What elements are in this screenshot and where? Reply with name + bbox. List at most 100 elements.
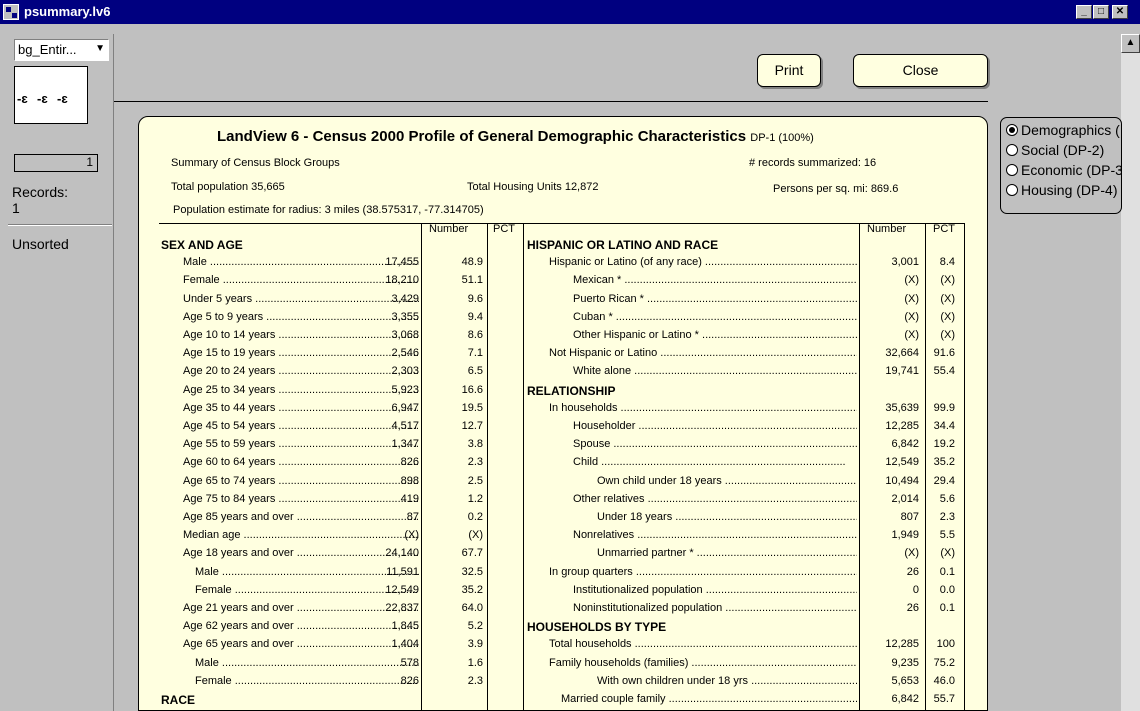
vertical-scrollbar[interactable]: ▲ [1121, 34, 1140, 711]
divider [8, 224, 112, 226]
table-row: Age 60 to 64 years .....................… [161, 456, 523, 473]
column-divider [964, 224, 965, 710]
row-number: 6,842 [891, 438, 919, 451]
table-row: Age 65 years and over ..................… [161, 638, 523, 655]
row-number: 35,639 [885, 401, 919, 414]
row-pct: 91.6 [933, 347, 955, 360]
minimize-button[interactable]: _ [1076, 5, 1092, 19]
row-number: 19,741 [885, 365, 919, 378]
row-number: 0 [912, 583, 919, 596]
table-row: White alone ............................… [527, 365, 963, 382]
radio-housing[interactable]: Housing (DP-4) [1006, 182, 1117, 198]
table-row: Age 45 to 54 years .....................… [161, 420, 523, 437]
table-row: Age 10 to 14 years .....................… [161, 329, 523, 346]
row-number: 3,355 [391, 310, 419, 323]
close-window-button[interactable]: ✕ [1112, 5, 1128, 19]
row-number: 578 [400, 656, 419, 669]
table-row: Female .................................… [161, 584, 523, 601]
row-number: 3,068 [391, 329, 419, 341]
table-row: Cuban * ................................… [527, 311, 963, 328]
section-header-row: RELATIONSHIP [527, 384, 963, 401]
row-number: 10,494 [885, 474, 919, 487]
section-title: RELATIONSHIP [527, 383, 616, 398]
radio-demographics[interactable]: Demographics (DP-1) [1006, 122, 1121, 138]
row-number: (X) [404, 529, 419, 542]
row-pct: 5.2 [467, 620, 483, 633]
row-number: 826 [400, 456, 419, 469]
table-row: Female .................................… [161, 675, 523, 692]
row-pct: 99.9 [933, 401, 955, 414]
records-panel: bg_Entir... ▼ -ɛ -ɛ -ɛ 1 Records: 1 Unso… [8, 34, 114, 711]
row-label: Puerto Rican * .........................… [573, 292, 857, 305]
row-number: 3,429 [391, 292, 419, 305]
row-number: 24,140 [385, 547, 419, 560]
row-label: Noninstitutionalized population ........… [573, 602, 857, 614]
column-header-pct: PCT [933, 223, 955, 235]
row-pct: 6.5 [467, 365, 483, 378]
row-pct: 16.6 [461, 383, 483, 396]
row-pct: 48.9 [461, 256, 483, 269]
row-number: 12,549 [385, 583, 419, 596]
table-row: Under 5 years ..........................… [161, 293, 523, 310]
row-pct: 9.4 [467, 310, 483, 323]
row-pct: 100 [936, 638, 955, 651]
row-pct: 7.1 [467, 347, 483, 360]
table-row: Married couple family ..................… [527, 693, 963, 710]
row-number: (X) [904, 329, 919, 341]
row-number: 4,517 [391, 420, 419, 432]
table-row: Child ..................................… [527, 456, 963, 473]
radio-economic[interactable]: Economic (DP-3) [1006, 162, 1122, 178]
row-pct: (X) [940, 274, 955, 287]
column-header-number: Number [867, 223, 907, 235]
radio-social[interactable]: Social (DP-2) [1006, 142, 1104, 158]
row-label: Mexican * ..............................… [573, 274, 857, 287]
row-pct: 55.7 [933, 693, 955, 705]
row-number: 12,549 [885, 456, 919, 469]
table-row: Mexican * ..............................… [527, 274, 963, 291]
table-row: Hispanic or Latino (of any race) .......… [527, 256, 963, 273]
record-number-field[interactable]: 1 [14, 154, 98, 172]
row-pct: (X) [940, 310, 955, 323]
row-number: 87 [406, 511, 419, 523]
profile-radio-group: Demographics (DP-1) Social (DP-2) Econom… [1000, 117, 1122, 214]
row-number: 9,235 [891, 656, 919, 669]
row-pct: 34.4 [933, 420, 955, 432]
row-pct: 75.2 [933, 656, 955, 669]
row-number: 32,664 [885, 347, 919, 360]
radio-label: Housing (DP-4) [1021, 182, 1118, 198]
row-label: With own children under 18 yrs .........… [597, 674, 857, 687]
row-pct: 2.5 [467, 474, 483, 487]
table-row: Nonrelatives ...........................… [527, 529, 963, 546]
radio-label: Economic (DP-3) [1021, 162, 1122, 178]
table-row: In households ..........................… [527, 402, 963, 419]
row-label: Total households .......................… [549, 638, 857, 651]
table-row: Own child under 18 years ...............… [527, 475, 963, 492]
table-row: Age 65 to 74 years .....................… [161, 475, 523, 492]
row-label: Under 18 years .........................… [597, 511, 857, 523]
table-row: Age 55 to 59 years .....................… [161, 438, 523, 455]
row-number: 5,923 [391, 383, 419, 396]
scroll-up-arrow-icon[interactable]: ▲ [1121, 34, 1140, 53]
layout-dropdown[interactable]: bg_Entir... ▼ [14, 39, 109, 61]
row-label: Unmarried partner * ....................… [597, 547, 857, 560]
row-pct: 19.5 [461, 401, 483, 414]
row-pct: 0.1 [939, 602, 955, 614]
row-label: Own child under 18 years ...............… [597, 474, 857, 487]
record-book-icon[interactable]: -ɛ -ɛ -ɛ [14, 66, 88, 124]
report-title-suffix: DP-1 (100%) [750, 132, 814, 144]
row-pct: 3.8 [467, 438, 483, 451]
table-row: Spouse .................................… [527, 438, 963, 455]
maximize-button[interactable]: □ [1093, 5, 1109, 19]
row-number: (X) [904, 274, 919, 287]
row-pct: 9.6 [467, 292, 483, 305]
section-header-row: SEX AND AGE [161, 238, 523, 255]
radio-icon [1006, 184, 1018, 196]
row-number: 26 [906, 602, 919, 614]
print-button[interactable]: Print [757, 54, 821, 87]
row-number: 5,653 [891, 674, 919, 687]
close-button[interactable]: Close [853, 54, 988, 87]
table-row: Male ...................................… [161, 657, 523, 674]
row-pct: 0.1 [939, 565, 955, 578]
table-row: Age 5 to 9 years .......................… [161, 311, 523, 328]
row-pct: (X) [940, 547, 955, 560]
